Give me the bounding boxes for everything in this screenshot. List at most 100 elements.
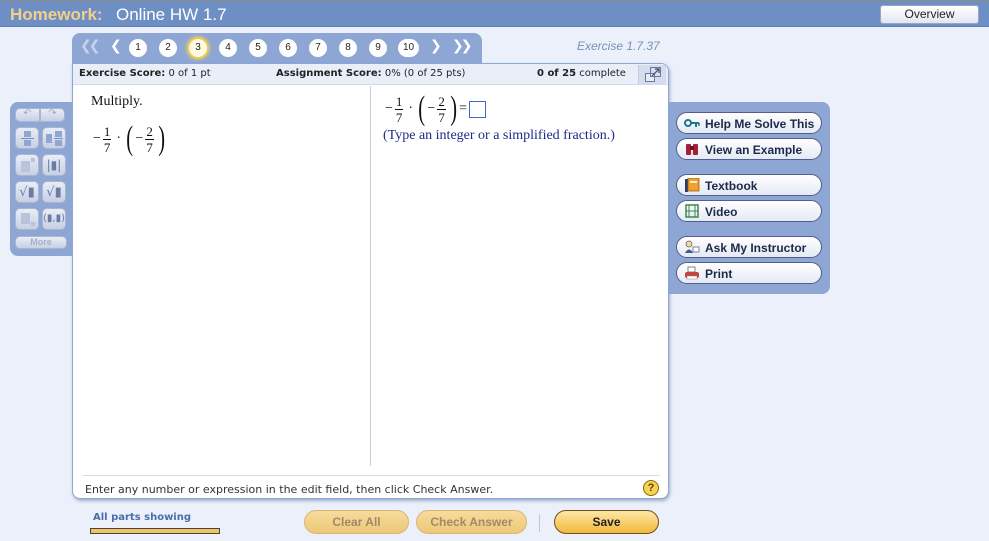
ask-my-instructor-button[interactable]: Ask My Instructor (676, 236, 822, 258)
subscript-template-button[interactable] (15, 208, 39, 230)
expand-icon (645, 67, 661, 82)
instructions-text: Enter any number or expression in the ed… (85, 483, 494, 496)
ordered-pair-icon: (▮,▮) (43, 213, 65, 224)
nth-root-template-button[interactable]: √▮ (42, 181, 66, 203)
fraction-denominator: 7 (395, 109, 403, 125)
assignment-title: Online HW 1.7 (116, 5, 227, 24)
minus-sign: − (427, 101, 436, 116)
square-root-icon: √▮ (19, 185, 35, 200)
redo-button[interactable]: ↷ (40, 108, 65, 122)
chevron-right-icon[interactable]: ❯ (430, 38, 442, 54)
view-example-button[interactable]: View an Example (676, 138, 822, 160)
fraction-two-sevenths: 2 7 (437, 94, 446, 125)
absolute-value-template-button[interactable]: |▮| (42, 154, 66, 176)
parts-progress-bar (90, 528, 220, 534)
binoculars-icon (686, 144, 698, 155)
completion-status: 0 of 25 complete (537, 68, 626, 79)
question-7-button[interactable]: 7 (309, 39, 327, 57)
question-card: Exercise Score: 0 of 1 pt Assignment Sco… (72, 63, 669, 499)
more-button[interactable]: More (15, 236, 67, 249)
fraction-template-button[interactable] (15, 127, 39, 149)
question-3-button-current[interactable]: 3 (189, 39, 207, 57)
left-paren: ( (418, 90, 426, 127)
question-5-button[interactable]: 5 (249, 39, 267, 57)
square-root-template-button[interactable]: √▮ (15, 181, 39, 203)
assignment-score-value: 0% (0 of 25 pts) (384, 68, 466, 79)
math-palette: ↶ ↷ |▮| √▮ √▮ (▮,▮) More (10, 102, 72, 256)
textbook-button[interactable]: Textbook (676, 174, 822, 196)
absolute-value-icon: |▮| (46, 158, 62, 172)
save-button[interactable]: Save (554, 510, 659, 534)
score-bar: Exercise Score: 0 of 1 pt Assignment Sco… (73, 64, 668, 85)
exponent-icon (21, 161, 30, 172)
chevron-left-icon[interactable]: ❮ (110, 38, 122, 54)
double-chevron-right-icon[interactable]: ❯❯ (452, 38, 473, 54)
tool-label: View an Example (705, 143, 803, 157)
pane-divider (370, 86, 371, 466)
question-9-button[interactable]: 9 (369, 39, 387, 57)
clear-all-button[interactable]: Clear All (304, 510, 409, 534)
undo-icon: ↶ (23, 108, 32, 119)
instructor-icon (685, 240, 700, 253)
question-4-button[interactable]: 4 (219, 39, 237, 57)
fraction-one-seventh: 1 7 (394, 93, 404, 125)
exercise-score-value: 0 of 1 pt (168, 68, 211, 79)
help-me-solve-button[interactable]: Help Me Solve This (676, 112, 822, 134)
answer-format-hint: (Type an integer or a simplified fractio… (383, 128, 615, 143)
tool-label: Textbook (705, 179, 758, 193)
minus-sign: − (385, 101, 393, 116)
minus-sign: − (93, 131, 101, 146)
fraction-icon (24, 131, 31, 137)
fraction-denominator: 7 (103, 139, 111, 155)
fraction-numerator: 1 (102, 123, 112, 140)
answer-input[interactable] (469, 100, 487, 118)
fraction-one-seventh: 1 7 (102, 123, 112, 155)
overview-button[interactable]: Overview (880, 5, 979, 24)
tool-label: Print (705, 267, 733, 281)
key-icon (684, 119, 700, 127)
assignment-score-label: Assignment Score: (276, 68, 382, 79)
fraction-denominator-box (24, 140, 31, 146)
tool-label: Help Me Solve This (705, 117, 815, 131)
minus-sign: − (135, 131, 144, 146)
tools-panel: Help Me Solve This View an Example Textb… (669, 102, 830, 294)
exercise-score-label: Exercise Score: (79, 68, 166, 79)
exercise-label: Exercise 1.7.37 (577, 39, 660, 53)
undo-button[interactable]: ↶ (15, 108, 40, 122)
assignment-score: Assignment Score: 0% (0 of 25 pts) (276, 68, 465, 79)
exercise-score: Exercise Score: 0 of 1 pt (79, 68, 211, 79)
question-6-button[interactable]: 6 (279, 39, 297, 57)
print-button[interactable]: Print (676, 262, 822, 284)
redo-icon: ↷ (48, 108, 57, 119)
section-label: Homework: (10, 5, 103, 24)
question-navigation: ❮❮ ❮ 1 2 3 4 5 6 7 8 9 10 ❯ ❯❯ (72, 33, 482, 63)
question-2-button[interactable]: 2 (159, 39, 177, 57)
right-paren: ) (450, 90, 457, 127)
expand-view-button[interactable] (638, 65, 666, 84)
double-chevron-left-icon[interactable]: ❮❮ (80, 38, 101, 54)
question-left-pane: Multiply. (91, 94, 143, 110)
fraction-numerator: 1 (394, 93, 404, 110)
ordered-pair-template-button[interactable]: (▮,▮) (42, 208, 66, 230)
help-icon[interactable]: ? (643, 480, 659, 496)
all-parts-showing-label: All parts showing (93, 512, 192, 523)
fraction-bar (21, 138, 34, 139)
button-separator (539, 514, 540, 532)
nth-root-icon: √▮ (46, 185, 62, 200)
tool-label: Video (705, 205, 738, 219)
printer-icon (685, 266, 699, 280)
multiply-dot: · (408, 101, 414, 116)
multiply-dot: · (116, 131, 122, 146)
question-8-button[interactable]: 8 (339, 39, 357, 57)
question-1-button[interactable]: 1 (129, 39, 147, 57)
check-answer-button[interactable]: Check Answer (416, 510, 527, 534)
mixed-number-template-button[interactable] (42, 127, 66, 149)
fraction-numerator: 2 (437, 93, 446, 110)
question-10-button[interactable]: 10 (398, 39, 419, 57)
exponent-template-button[interactable] (15, 154, 39, 176)
video-button[interactable]: Video (676, 200, 822, 222)
mixed-numerator-box (55, 131, 62, 137)
exponent-box (31, 158, 35, 162)
tool-label: Ask My Instructor (705, 241, 807, 255)
subscript-box (31, 222, 35, 226)
